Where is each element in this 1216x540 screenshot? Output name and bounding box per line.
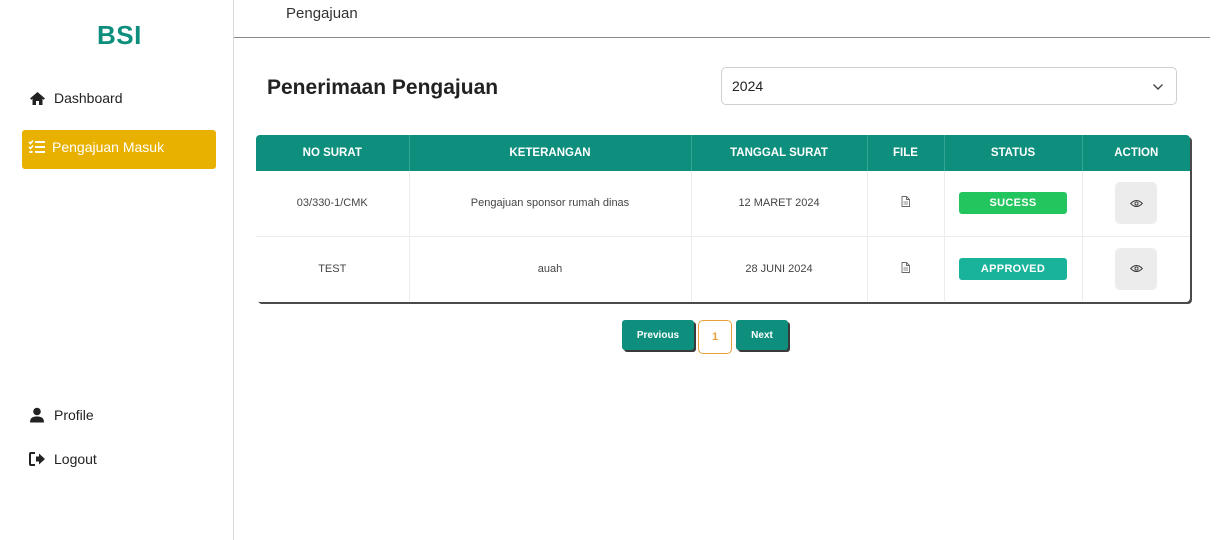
user-icon (28, 407, 46, 423)
cell-tanggal-surat: 12 MARET 2024 (691, 171, 868, 237)
table-row: TEST auah 28 JUNI 2024 APPROVED (256, 236, 1190, 301)
submissions-table: NO SURAT KETERANGAN TANGGAL SURAT FILE S… (256, 135, 1190, 302)
file-icon[interactable] (901, 196, 910, 208)
topbar: Pengajuan (234, 0, 1210, 38)
status-badge: SUCESS (959, 192, 1067, 215)
chevron-down-icon (1152, 78, 1164, 94)
sidebar-item-label: Dashboard (54, 90, 123, 106)
sidebar-item-profile[interactable]: Profile (28, 407, 94, 423)
table-row: 03/330-1/CMK Pengajuan sponsor rumah din… (256, 171, 1190, 237)
cell-no-surat: 03/330-1/CMK (256, 171, 410, 237)
cell-status: SUCESS (944, 171, 1083, 237)
cell-action (1082, 236, 1190, 301)
sidebar-item-dashboard[interactable]: Dashboard (28, 90, 123, 106)
sidebar-item-label: Pengajuan Masuk (52, 139, 165, 155)
cell-no-surat: TEST (256, 236, 410, 301)
cell-tanggal-surat: 28 JUNI 2024 (691, 236, 868, 301)
view-button[interactable] (1115, 247, 1158, 290)
year-select-value: 2024 (732, 78, 764, 94)
sidebar-item-pengajuan-masuk[interactable]: Pengajuan Masuk (22, 130, 216, 169)
sidebar-item-label: Logout (54, 451, 97, 467)
cell-keterangan: Pengajuan sponsor rumah dinas (409, 171, 692, 237)
column-header-status: STATUS (944, 135, 1083, 171)
column-header-no-surat: NO SURAT (256, 135, 410, 171)
column-header-tanggal-surat: TANGGAL SURAT (691, 135, 868, 171)
page-title: Penerimaan Pengajuan (267, 76, 499, 99)
topbar-title: Pengajuan (286, 5, 358, 22)
eye-icon (1129, 265, 1143, 273)
cell-status: APPROVED (944, 236, 1083, 301)
sidebar: BSI Dashboard Pengajuan Masuk Profile Lo… (0, 0, 234, 540)
list-check-icon (28, 139, 46, 155)
cell-file (867, 236, 945, 301)
column-header-file: FILE (867, 135, 945, 171)
next-page-button[interactable]: Next (736, 320, 788, 350)
app-root: BSI Dashboard Pengajuan Masuk Profile Lo… (0, 0, 1216, 540)
home-icon (28, 90, 46, 106)
file-icon[interactable] (901, 261, 910, 273)
sidebar-item-label: Profile (54, 407, 94, 423)
table-header-row: NO SURAT KETERANGAN TANGGAL SURAT FILE S… (256, 135, 1190, 171)
logout-icon (28, 451, 46, 467)
previous-page-button[interactable]: Previous (622, 320, 694, 350)
sidebar-item-logout[interactable]: Logout (28, 451, 97, 467)
brand-logo: BSI (97, 20, 142, 50)
pagination: Previous 1 Next (622, 320, 788, 354)
status-badge: APPROVED (959, 257, 1067, 280)
cell-file (867, 171, 945, 237)
eye-icon (1129, 199, 1143, 207)
column-header-action: ACTION (1082, 135, 1190, 171)
cell-action (1082, 171, 1190, 237)
page-number-current[interactable]: 1 (698, 320, 732, 354)
cell-keterangan: auah (409, 236, 692, 301)
year-select[interactable]: 2024 (721, 67, 1177, 105)
view-button[interactable] (1115, 182, 1158, 225)
column-header-keterangan: KETERANGAN (409, 135, 692, 171)
